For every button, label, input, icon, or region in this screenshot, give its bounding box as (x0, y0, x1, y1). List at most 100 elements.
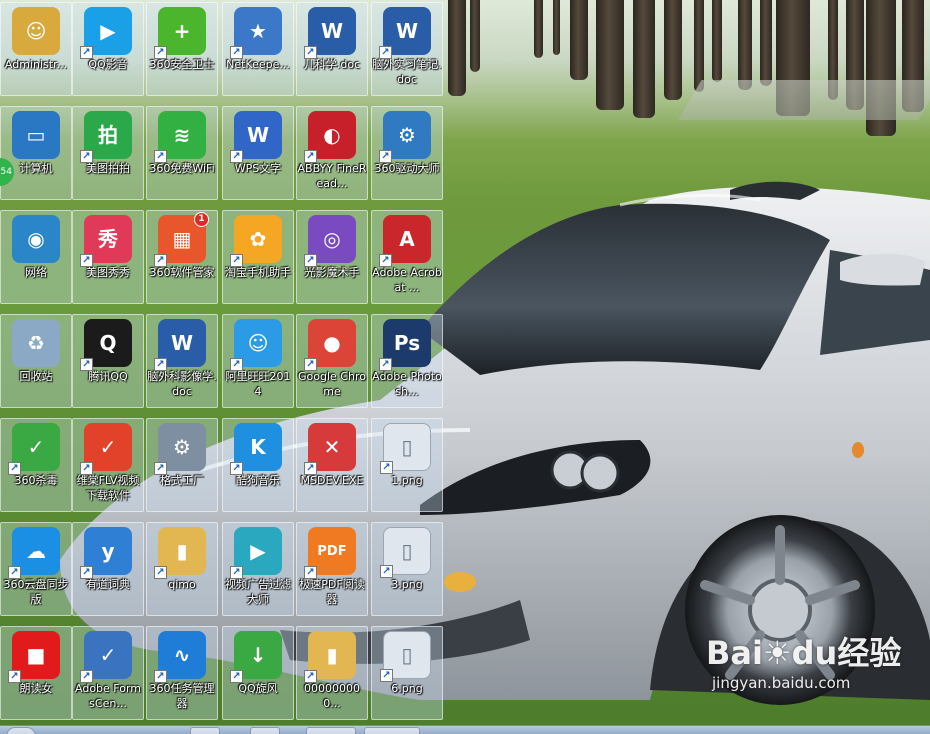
desktop-icon[interactable]: ▮ ↗ 000000000... (296, 626, 368, 720)
taskbar-item[interactable] (190, 727, 220, 734)
desktop-icon[interactable]: ▯ ↗ 1.png (371, 418, 443, 512)
desktop-icon[interactable]: ⚙ ↗ 360驱动大师 (371, 106, 443, 200)
shortcut-arrow-icon: ↗ (154, 150, 167, 163)
taskbar-item[interactable] (364, 727, 420, 734)
desktop-icon[interactable]: ▦ ↗ 1 360软件管家 (146, 210, 218, 304)
desktop-icon[interactable]: A ↗ Adobe Acrobat ... (371, 210, 443, 304)
desktop-icon[interactable]: Q ↗ 腾讯QQ (72, 314, 144, 408)
notification-badge: 1 (194, 212, 209, 227)
shortcut-arrow-icon: ↗ (154, 358, 167, 371)
desktop-icon[interactable]: ↓ ↗ QQ旋风 (222, 626, 294, 720)
desktop-icon-label: 1.png (391, 474, 423, 487)
desktop-icon[interactable]: W ↗ 脑外实习笔记.doc (371, 2, 443, 96)
desktop-icon[interactable]: ⚙ ↗ 格式工厂 (146, 418, 218, 512)
desktop-icon-label: 美图秀秀 (86, 266, 130, 279)
desktop-icon[interactable]: 拍 ↗ 美图拍拍 (72, 106, 144, 200)
kugou-icon: K ↗ (230, 423, 282, 475)
meitu-paipai-icon: 拍 ↗ (80, 111, 132, 163)
forms-central-icon: ✓ ↗ (80, 631, 132, 683)
shortcut-arrow-icon: ↗ (380, 669, 393, 682)
desktop-icon[interactable]: 秀 ↗ 美图秀秀 (72, 210, 144, 304)
desktop-icon[interactable]: ▶ ↗ 视频广告过滤大师 (222, 522, 294, 616)
cloud-sync-icon: ☁ ↗ (8, 527, 60, 579)
desktop-icon[interactable]: ◉ 网络 (0, 210, 72, 304)
desktop-icon[interactable]: ▶ ↗ QQ影音 (72, 2, 144, 96)
desktop-icon[interactable]: ▯ ↗ 3.png (371, 522, 443, 616)
desktop-icon[interactable]: ◐ ↗ ABBYY FineRead... (296, 106, 368, 200)
nevercolor-icon: ◎ ↗ (304, 215, 356, 267)
shortcut-arrow-icon: ↗ (304, 254, 317, 267)
desktop-icon-label: 酷狗音乐 (236, 474, 280, 487)
shortcut-arrow-icon: ↗ (230, 358, 243, 371)
desktop-icon[interactable]: ✓ ↗ Adobe FormsCen... (72, 626, 144, 720)
desktop-icon[interactable]: ● ↗ Google Chrome (296, 314, 368, 408)
desktop-icon[interactable]: Ps ↗ Adobe Photosh... (371, 314, 443, 408)
desktop-icon-label: Adobe Photosh... (372, 370, 442, 398)
desktop-icon[interactable]: K ↗ 酷狗音乐 (222, 418, 294, 512)
shortcut-arrow-icon: ↗ (304, 46, 317, 59)
desktop-icon-label: Administr... (4, 58, 68, 71)
desktop-icon-label: 朗读女 (19, 682, 53, 695)
shortcut-arrow-icon: ↗ (230, 46, 243, 59)
desktop-icon[interactable]: ▭ 计算机 (0, 106, 72, 200)
shortcut-arrow-icon: ↗ (230, 462, 243, 475)
desktop-icon-label: 3.png (391, 578, 423, 591)
shortcut-arrow-icon: ↗ (154, 462, 167, 475)
shortcut-arrow-icon: ↗ (379, 358, 392, 371)
shortcut-arrow-icon: ↗ (379, 46, 392, 59)
computer-icon: ▭ (12, 111, 60, 159)
meitu-xiuxiu-icon: 秀 ↗ (80, 215, 132, 267)
desktop-icon-label: 360驱动大师 (374, 162, 440, 175)
desktop-icon[interactable]: ▯ ↗ 6.png (371, 626, 443, 720)
desktop-icon[interactable]: W ↗ 儿科学.doc (296, 2, 368, 96)
shortcut-arrow-icon: ↗ (80, 46, 93, 59)
desktop-icon[interactable]: ✿ ↗ 淘宝手机助手 (222, 210, 294, 304)
desktop-icon[interactable]: ☺ Administr... (0, 2, 72, 96)
desktop-icon-label: 光影魔术手 (304, 266, 360, 279)
desktop-icon[interactable]: W ↗ WPS文字 (222, 106, 294, 200)
desktop-icon[interactable]: W ↗ 脑外科影像学.doc (146, 314, 218, 408)
qq-penguin-icon: Q ↗ (80, 319, 132, 371)
start-button[interactable] (6, 727, 36, 734)
desktop-icon-label: 360免费WiFi (149, 162, 215, 175)
abbyy-icon: ◐ ↗ (304, 111, 356, 163)
desktop-icon[interactable]: ✓ ↗ 360杀毒 (0, 418, 72, 512)
flv-downloader-icon: ✓ ↗ (80, 423, 132, 475)
desktop-icon[interactable]: PDF ↗ 极速PDF阅读器 (296, 522, 368, 616)
pdf-reader-icon: PDF ↗ (304, 527, 356, 579)
desktop-icon-label: QQ旋风 (238, 682, 278, 695)
wps-writer-icon: W ↗ (230, 111, 282, 163)
folder-icon: ▮ ↗ (304, 631, 356, 683)
desktop-icon[interactable]: ♻ 回收站 (0, 314, 72, 408)
desktop: ☺ Administr... ▶ ↗ QQ影音 + ↗ 360安全卫士 ★ ↗ NetKeepe..… (0, 0, 930, 734)
desktop-icon[interactable]: + ↗ 360安全卫士 (146, 2, 218, 96)
desktop-icon[interactable]: y ↗ 有道词典 (72, 522, 144, 616)
desktop-icon[interactable]: ☺ ↗ 阿里旺旺2014 (222, 314, 294, 408)
desktop-icon[interactable]: ✓ ↗ 维棠FLV视频下载软件 (72, 418, 144, 512)
desktop-icon[interactable]: ≋ ↗ 360免费WiFi (146, 106, 218, 200)
desktop-icon-label: 美图拍拍 (86, 162, 130, 175)
taskbar[interactable] (0, 725, 930, 734)
desktop-icon[interactable]: ☁ ↗ 360云盘同步版 (0, 522, 72, 616)
shortcut-arrow-icon: ↗ (380, 565, 393, 578)
taskbar-item[interactable] (306, 727, 356, 734)
ad-filter-icon: ▶ ↗ (230, 527, 282, 579)
desktop-icon[interactable]: ■ ↗ 朗读女 (0, 626, 72, 720)
desktop-icon[interactable]: ★ ↗ NetKeepe... (222, 2, 294, 96)
recycle-bin-icon: ♻ (12, 319, 60, 367)
desktop-icon[interactable]: ◎ ↗ 光影魔术手 (296, 210, 368, 304)
shortcut-arrow-icon: ↗ (379, 150, 392, 163)
shortcut-arrow-icon: ↗ (304, 150, 317, 163)
desktop-icon[interactable]: ▮ ↗ qimo (146, 522, 218, 616)
shortcut-arrow-icon: ↗ (80, 566, 93, 579)
shortcut-arrow-icon: ↗ (379, 254, 392, 267)
taskbar-item[interactable] (250, 727, 280, 734)
shortcut-arrow-icon: ↗ (80, 254, 93, 267)
desktop-icon-label: 360云盘同步版 (3, 578, 69, 606)
shortcut-arrow-icon: ↗ (304, 462, 317, 475)
desktop-icon-label: 网络 (25, 266, 47, 279)
desktop-icon-label: WPS文字 (234, 162, 282, 175)
desktop-icon[interactable]: ✕ ↗ MSDEV.EXE (296, 418, 368, 512)
desktop-icon[interactable]: ∿ ↗ 360任务管理器 (146, 626, 218, 720)
shortcut-arrow-icon: ↗ (230, 670, 243, 683)
